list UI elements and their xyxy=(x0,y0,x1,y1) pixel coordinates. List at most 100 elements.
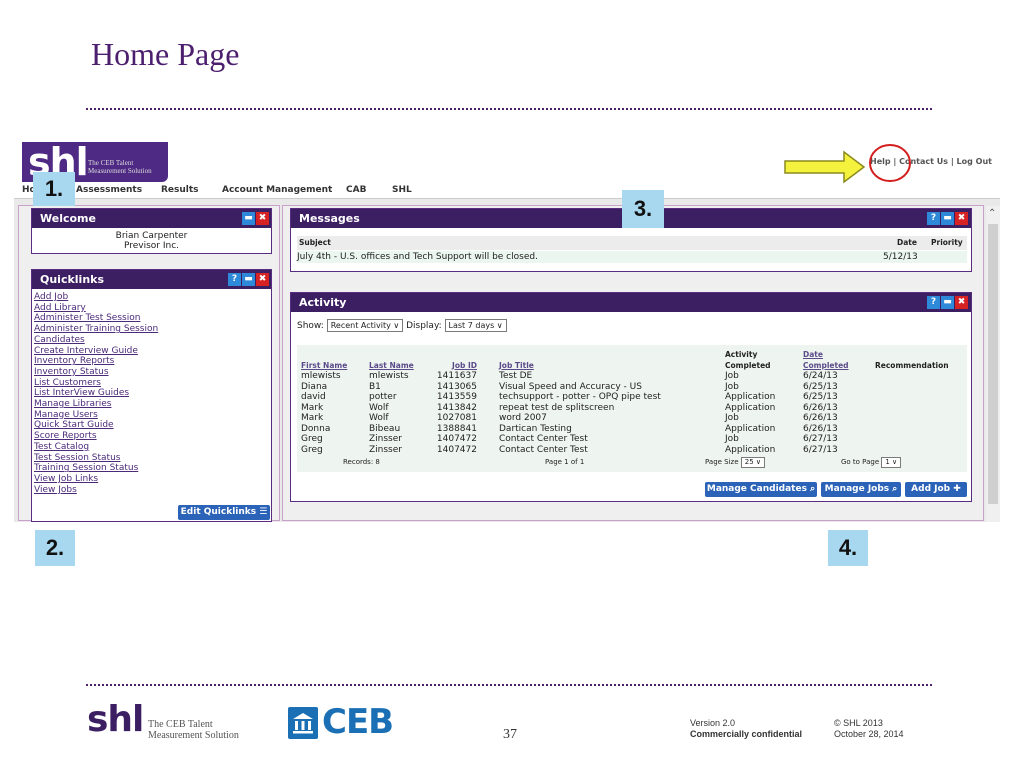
quicklink-item[interactable]: List Customers xyxy=(34,378,271,389)
minimize-icon[interactable]: ▬ xyxy=(941,296,954,309)
cell-date: 6/26/13 xyxy=(803,413,838,423)
minimize-icon[interactable]: ▬ xyxy=(941,212,954,225)
welcome-panel: Welcome ▬ ✖ Brian Carpenter Previsor Inc… xyxy=(31,208,272,254)
col-subject: Subject xyxy=(299,238,331,247)
cell-first: Mark xyxy=(301,402,324,413)
page-info: Page 1 of 1 xyxy=(545,458,585,466)
minimize-icon[interactable]: ▬ xyxy=(242,212,255,225)
log-out-link[interactable]: Log Out xyxy=(957,157,992,166)
cell-last: Zinsser xyxy=(369,434,402,444)
vertical-scrollbar[interactable]: ⌃ xyxy=(986,206,1000,522)
cell-job-title: Dartican Testing xyxy=(499,423,572,434)
display-select[interactable]: Last 7 days ∨ xyxy=(444,319,507,332)
cell-job-id: 1413842 xyxy=(436,402,477,413)
col-date-completed[interactable]: Date Completed xyxy=(803,350,849,370)
confidential-text: Commercially confidential xyxy=(690,729,803,739)
nav-cab[interactable]: CAB xyxy=(346,185,366,195)
quicklink-item[interactable]: Training Session Status xyxy=(34,463,271,474)
callout-1: 1. xyxy=(33,172,75,206)
edit-quicklinks-button[interactable]: Edit Quicklinks ☰ xyxy=(178,505,270,520)
page-size-select[interactable]: 25 ∨ xyxy=(740,457,766,468)
footer-version: Version 2.0 Commercially confidential xyxy=(690,718,802,740)
col-first-name[interactable]: First Name xyxy=(301,361,347,370)
quicklink-item[interactable]: Manage Users xyxy=(34,410,271,421)
quicklink-item[interactable]: View Job Links xyxy=(34,474,271,485)
footer-shl-logo: shl xyxy=(87,699,144,740)
chevron-up-icon[interactable]: ⌃ xyxy=(988,208,996,219)
quicklink-item[interactable]: Candidates xyxy=(34,335,271,346)
quicklink-item[interactable]: Add Library xyxy=(34,303,271,314)
table-row[interactable]: Greg Zinsser 1407472 Contact Center Test Job… xyxy=(297,434,953,445)
nav-assessments[interactable]: Assessments xyxy=(76,185,142,195)
quicklink-item[interactable]: Administer Test Session xyxy=(34,313,271,324)
cell-job-id: 1413559 xyxy=(436,392,477,402)
cell-activity: Application xyxy=(725,392,776,402)
red-circle-annotation xyxy=(869,144,911,182)
manage-jobs-button[interactable]: Manage Jobs ⌕ xyxy=(821,482,901,497)
cell-first: Donna xyxy=(301,423,331,434)
help-icon[interactable]: ? xyxy=(228,273,241,286)
slide-title: Home Page xyxy=(91,36,240,72)
company-name: Previsor Inc. xyxy=(123,241,180,251)
minimize-icon[interactable]: ▬ xyxy=(242,273,255,286)
quicklink-item[interactable]: Test Catalog xyxy=(34,442,271,453)
page-number: 37 xyxy=(503,727,517,742)
quicklink-item[interactable]: Inventory Status xyxy=(34,367,271,378)
callout-2: 2. xyxy=(35,530,75,566)
nav-account-management[interactable]: Account Management xyxy=(222,185,332,195)
help-icon[interactable]: ? xyxy=(927,212,940,225)
table-row[interactable]: Donna Bibeau 1388841 Dartican Testing Applic… xyxy=(297,424,953,435)
manage-candidates-button[interactable]: Manage Candidates ⌕ xyxy=(705,482,817,497)
col-job-title[interactable]: Job Title xyxy=(499,361,534,370)
cell-job-id: 1407472 xyxy=(436,434,477,444)
table-row[interactable]: Greg Zinsser 1407472 Contact Center Test App… xyxy=(297,445,953,456)
close-icon[interactable]: ✖ xyxy=(256,273,269,286)
page-size-label: Page Size xyxy=(705,458,739,466)
quicklink-item[interactable]: List InterView Guides xyxy=(34,388,271,399)
table-row[interactable]: Mark Wolf 1027081 word 2007 Job 6/26/13 xyxy=(297,413,953,424)
nav-shl[interactable]: SHL xyxy=(392,185,412,195)
cell-first: Mark xyxy=(301,413,324,423)
quicklink-item[interactable]: Administer Training Session xyxy=(34,324,271,335)
message-subject[interactable]: July 4th - U.S. offices and Tech Support… xyxy=(297,252,538,262)
nav-results[interactable]: Results xyxy=(161,185,199,195)
quicklink-item[interactable]: Quick Start Guide xyxy=(34,420,271,431)
quicklink-item[interactable]: Inventory Reports xyxy=(34,356,271,367)
page-size: Page Size 25 ∨ xyxy=(705,457,766,468)
cell-recommendation xyxy=(871,434,953,445)
close-icon[interactable]: ✖ xyxy=(955,212,968,225)
table-row[interactable]: Diana B1 1413065 Visual Speed and Accuracy … xyxy=(297,382,953,393)
quicklink-item[interactable]: Create Interview Guide xyxy=(34,346,271,357)
cell-date: 6/24/13 xyxy=(803,371,838,381)
message-row[interactable]: July 4th - U.S. offices and Tech Support… xyxy=(297,251,967,263)
table-row[interactable]: david potter 1413559 techsupport - potter -… xyxy=(297,392,953,403)
add-job-button[interactable]: Add Job ✚ xyxy=(905,482,967,497)
activity-header: Activity ? ▬ ✖ xyxy=(291,293,971,312)
activity-rows: mlewists mlewists 1411637 Test DE Job 6/24/13… xyxy=(297,371,953,455)
close-icon[interactable]: ✖ xyxy=(955,296,968,309)
goto-page-select[interactable]: 1 ∨ xyxy=(881,457,902,468)
scrollbar-thumb[interactable] xyxy=(988,224,998,504)
show-select[interactable]: Recent Activity ∨ xyxy=(326,319,404,332)
bank-icon xyxy=(288,707,318,739)
table-row[interactable]: Mark Wolf 1413842 repeat test de splitscree… xyxy=(297,403,953,414)
cell-job-title: Visual Speed and Accuracy - US xyxy=(499,381,642,392)
quicklink-item[interactable]: View Jobs xyxy=(34,485,271,496)
cell-recommendation xyxy=(871,371,953,382)
cell-first: Greg xyxy=(301,444,323,455)
col-last-name[interactable]: Last Name xyxy=(369,361,414,370)
help-icon[interactable]: ? xyxy=(927,296,940,309)
col-job-id[interactable]: Job ID xyxy=(452,361,477,370)
quicklinks-title: Quicklinks xyxy=(40,273,105,286)
user-name: Brian Carpenter xyxy=(115,231,188,241)
quicklink-item[interactable]: Test Session Status xyxy=(34,453,271,464)
activity-panel: Activity ? ▬ ✖ Show: Recent Activity ∨ D… xyxy=(290,292,972,502)
quicklink-item[interactable]: Manage Libraries xyxy=(34,399,271,410)
close-icon[interactable]: ✖ xyxy=(256,212,269,225)
cell-activity: Application xyxy=(725,444,776,455)
table-row[interactable]: mlewists mlewists 1411637 Test DE Job 6/24/13 xyxy=(297,371,953,382)
quicklink-item[interactable]: Score Reports xyxy=(34,431,271,442)
quicklink-item[interactable]: Add Job xyxy=(34,292,271,303)
cell-last: mlewists xyxy=(369,371,409,381)
cell-last: potter xyxy=(369,392,397,402)
